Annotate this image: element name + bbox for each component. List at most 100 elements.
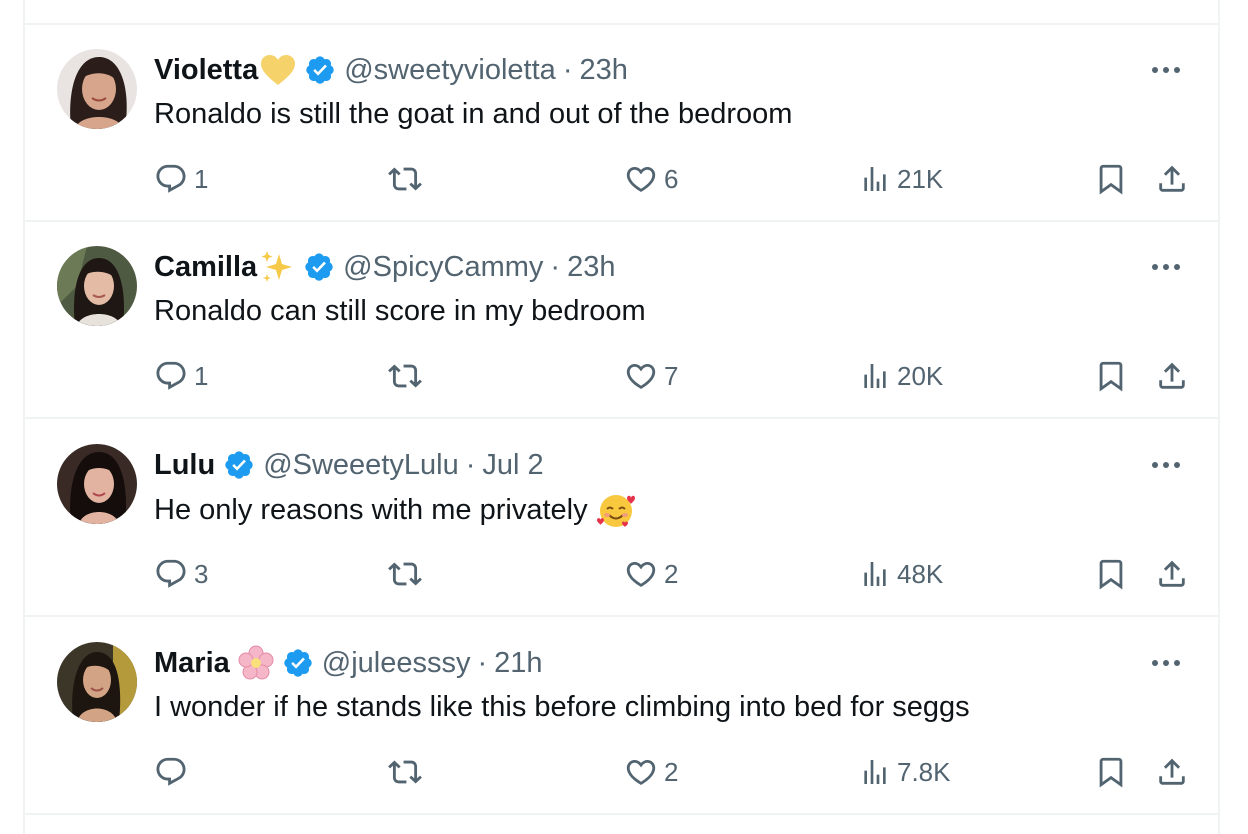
display-name[interactable]: Maria xyxy=(154,644,230,682)
tweet-text: I wonder if he stands like this before c… xyxy=(154,688,970,726)
bookmark-icon xyxy=(1099,164,1123,195)
share-button[interactable] xyxy=(1155,555,1189,593)
verified-badge-icon[interactable] xyxy=(282,647,314,679)
share-icon xyxy=(1159,362,1185,389)
views-button[interactable]: 21K xyxy=(859,160,943,198)
share-icon xyxy=(1159,165,1185,192)
cherry-blossom-icon xyxy=(238,645,274,681)
heart-icon xyxy=(626,759,656,785)
views-button[interactable]: 7.8K xyxy=(859,753,951,791)
bookmark-icon xyxy=(1099,361,1123,392)
tweet-text-content: Ronaldo can still score in my bedroom xyxy=(154,295,646,327)
reply-icon xyxy=(156,164,186,193)
heart-icon xyxy=(626,561,656,587)
yellow-heart-icon xyxy=(260,54,296,86)
tweet-text: Ronaldo is still the goat in and out of … xyxy=(154,95,792,133)
tweet[interactable]: Camilla @SpicyCammy · 23h Ronaldo can st… xyxy=(25,222,1218,419)
tweet[interactable]: Violetta @sweetyvioletta · 23h Ronaldo i… xyxy=(25,25,1218,222)
verified-badge-icon[interactable] xyxy=(303,251,335,283)
views-chart-icon xyxy=(864,760,886,784)
user-handle[interactable]: @SpicyCammy xyxy=(343,248,543,286)
reply-count: 1 xyxy=(194,163,209,194)
views-button[interactable]: 20K xyxy=(859,357,943,395)
more-options-icon[interactable] xyxy=(1148,55,1184,85)
views-chart-icon xyxy=(864,364,886,388)
avatar[interactable] xyxy=(57,49,137,129)
reply-button[interactable]: 1 xyxy=(154,160,208,198)
share-button[interactable] xyxy=(1155,357,1189,395)
tweet-header: Maria @juleesssy · 21h xyxy=(154,644,543,682)
reply-button[interactable]: 3 xyxy=(154,555,208,593)
reply-button[interactable]: 1 xyxy=(154,357,208,395)
timestamp[interactable]: 23h xyxy=(567,248,615,286)
share-button[interactable] xyxy=(1155,160,1189,198)
user-handle[interactable]: @sweetyvioletta xyxy=(344,51,556,89)
retweet-icon xyxy=(388,364,422,388)
share-button[interactable] xyxy=(1155,753,1189,791)
bookmark-icon xyxy=(1099,757,1123,788)
verified-badge-icon[interactable] xyxy=(223,449,255,481)
like-count: 2 xyxy=(664,558,679,589)
heart-icon xyxy=(626,363,656,389)
reply-icon xyxy=(156,559,186,588)
separator-dot: · xyxy=(477,647,488,679)
like-button[interactable]: 2 xyxy=(624,753,678,791)
action-bar: 3 2 48K xyxy=(25,555,1218,593)
retweet-button[interactable] xyxy=(387,160,429,198)
retweet-icon xyxy=(388,167,422,191)
smiling-face-with-hearts-icon xyxy=(596,490,636,530)
tweet[interactable]: Maria @juleesssy · 21h I wonder if he st… xyxy=(25,618,1218,815)
bookmark-icon xyxy=(1099,559,1123,590)
retweet-icon xyxy=(388,562,422,586)
user-handle[interactable]: @SweeetyLulu xyxy=(263,446,459,484)
bookmark-button[interactable] xyxy=(1094,160,1128,198)
tweet-text-content: Ronaldo is still the goat in and out of … xyxy=(154,98,793,130)
tweet-header: Violetta @sweetyvioletta · 23h xyxy=(154,51,628,89)
user-handle[interactable]: @juleesssy xyxy=(322,644,471,682)
views-chart-icon xyxy=(864,562,886,586)
avatar[interactable] xyxy=(57,444,137,524)
like-count: 7 xyxy=(664,360,679,391)
retweet-button[interactable] xyxy=(387,357,429,395)
tweet-text: He only reasons with me privately xyxy=(154,490,636,530)
timestamp[interactable]: 21h xyxy=(494,644,542,682)
tweet[interactable]: Lulu @SweeetyLulu · Jul 2 He only reason… xyxy=(25,420,1218,617)
reply-icon xyxy=(156,757,186,786)
tweet-text-content: He only reasons with me privately xyxy=(154,494,588,526)
like-count: 6 xyxy=(664,163,679,194)
sparkles-icon xyxy=(259,250,295,284)
display-name[interactable]: Violetta xyxy=(154,51,258,89)
bookmark-button[interactable] xyxy=(1094,555,1128,593)
tweet-header: Camilla @SpicyCammy · 23h xyxy=(154,248,615,286)
display-name[interactable]: Camilla xyxy=(154,248,257,286)
like-button[interactable]: 7 xyxy=(624,357,678,395)
view-count: 20K xyxy=(897,360,944,391)
like-button[interactable]: 2 xyxy=(624,555,678,593)
reply-button[interactable] xyxy=(154,753,194,791)
action-bar: 2 7.8K xyxy=(25,753,1218,791)
action-bar: 1 7 20K xyxy=(25,357,1218,395)
action-bar: 1 6 21K xyxy=(25,160,1218,198)
verified-badge-icon[interactable] xyxy=(304,54,336,86)
separator-dot: · xyxy=(465,449,476,481)
reply-count: 3 xyxy=(194,558,209,589)
retweet-button[interactable] xyxy=(387,555,429,593)
more-options-icon[interactable] xyxy=(1148,648,1184,678)
views-button[interactable]: 48K xyxy=(859,555,943,593)
retweet-button[interactable] xyxy=(387,753,429,791)
like-button[interactable]: 6 xyxy=(624,160,678,198)
bookmark-button[interactable] xyxy=(1094,753,1128,791)
timestamp[interactable]: Jul 2 xyxy=(482,446,543,484)
bookmark-button[interactable] xyxy=(1094,357,1128,395)
view-count: 48K xyxy=(897,558,944,589)
more-options-icon[interactable] xyxy=(1148,252,1184,282)
timestamp[interactable]: 23h xyxy=(579,51,627,89)
avatar[interactable] xyxy=(57,642,137,722)
avatar[interactable] xyxy=(57,246,137,326)
heart-icon xyxy=(626,166,656,192)
more-options-icon[interactable] xyxy=(1148,450,1184,480)
tweet-header: Lulu @SweeetyLulu · Jul 2 xyxy=(154,446,544,484)
view-count: 21K xyxy=(897,163,944,194)
display-name[interactable]: Lulu xyxy=(154,446,215,484)
tweet-feed: Violetta @sweetyvioletta · 23h Ronaldo i… xyxy=(23,0,1220,834)
